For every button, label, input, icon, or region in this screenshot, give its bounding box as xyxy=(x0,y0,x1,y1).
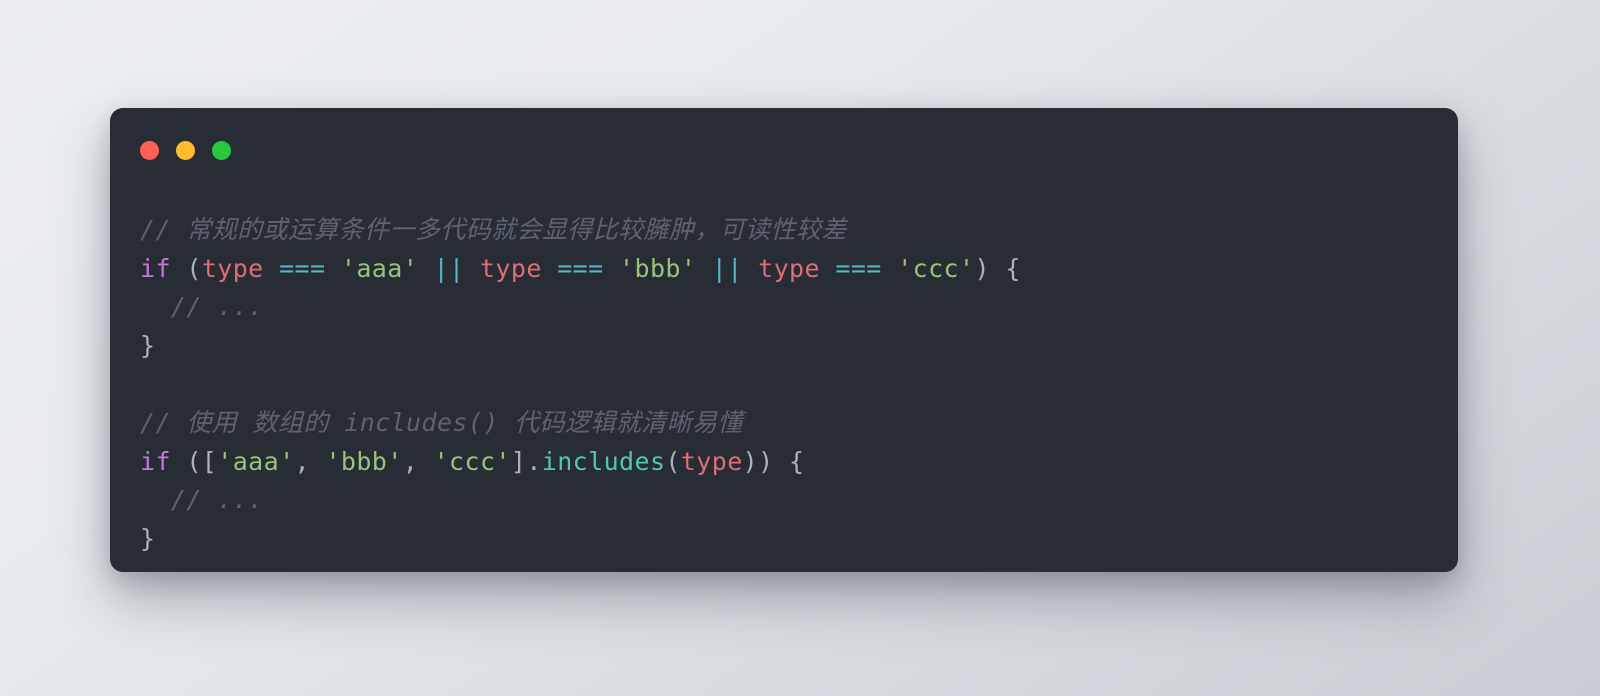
line-2-if-or-chain: if (type === 'aaa' || type === 'bbb' || … xyxy=(140,250,1428,289)
code-token: type xyxy=(201,253,264,283)
code-token: // ... xyxy=(140,292,264,322)
line-9-close-brace: } xyxy=(140,520,1428,559)
traffic-light-group xyxy=(140,140,231,160)
code-token: , xyxy=(294,446,326,476)
window-titlebar[interactable] xyxy=(110,108,1458,192)
code-token: ( xyxy=(665,446,681,476)
code-token: if xyxy=(140,253,171,283)
code-token: 'aaa' xyxy=(340,253,419,283)
code-token: includes xyxy=(541,446,666,476)
code-token: 'bbb' xyxy=(325,446,403,476)
code-token: || xyxy=(711,253,743,283)
line-6-comment: // 使用 数组的 includes() 代码逻辑就清晰易懂 xyxy=(140,404,1428,443)
code-token: ]. xyxy=(510,446,542,476)
code-token: ) { xyxy=(974,253,1021,283)
code-token: 'ccc' xyxy=(433,446,511,476)
code-token: } xyxy=(140,330,156,360)
line-3-ellipsis-comment: // ... xyxy=(140,288,1428,327)
code-token: === xyxy=(557,253,604,283)
code-token: // ... xyxy=(140,485,264,515)
code-token: === xyxy=(835,253,882,283)
code-snippet-window: // 常规的或运算条件一多代码就会显得比较臃肿，可读性较差 if (type ==… xyxy=(110,108,1458,572)
code-token: , xyxy=(402,446,434,476)
code-token: // 常规的或运算条件一多代码就会显得比较臃肿，可读性较差 xyxy=(140,215,847,244)
code-token: || xyxy=(433,253,465,283)
line-1-comment: // 常规的或运算条件一多代码就会显得比较臃肿，可读性较差 xyxy=(140,211,1428,250)
code-token: } xyxy=(140,523,156,553)
code-token: if xyxy=(140,446,171,476)
line-5-blank xyxy=(140,365,1428,404)
code-token: === xyxy=(279,253,326,283)
code-token: type xyxy=(680,446,743,476)
maximize-dot-icon[interactable] xyxy=(212,140,231,160)
code-token: ([ xyxy=(170,446,218,476)
code-token: ( xyxy=(170,253,202,283)
line-7-if-includes: if (['aaa', 'bbb', 'ccc'].includes(type)… xyxy=(140,443,1428,482)
close-dot-icon[interactable] xyxy=(140,140,159,160)
line-8-ellipsis-comment: // ... xyxy=(140,481,1428,520)
line-4-close-brace: } xyxy=(140,327,1428,366)
code-token: 'bbb' xyxy=(619,253,697,283)
code-block[interactable]: // 常规的或运算条件一多代码就会显得比较臃肿，可读性较差 if (type ==… xyxy=(110,192,1458,572)
screenshot-stage: // 常规的或运算条件一多代码就会显得比较臃肿，可读性较差 if (type ==… xyxy=(0,0,1600,696)
code-token: // 使用 数组的 includes() 代码逻辑就清晰易懂 xyxy=(140,407,743,437)
code-token: 'aaa' xyxy=(217,446,295,476)
minimize-dot-icon[interactable] xyxy=(176,140,195,160)
code-token: type xyxy=(758,253,820,283)
code-token: 'ccc' xyxy=(897,253,975,283)
code-token: )) { xyxy=(742,446,805,476)
code-token: type xyxy=(479,253,542,283)
